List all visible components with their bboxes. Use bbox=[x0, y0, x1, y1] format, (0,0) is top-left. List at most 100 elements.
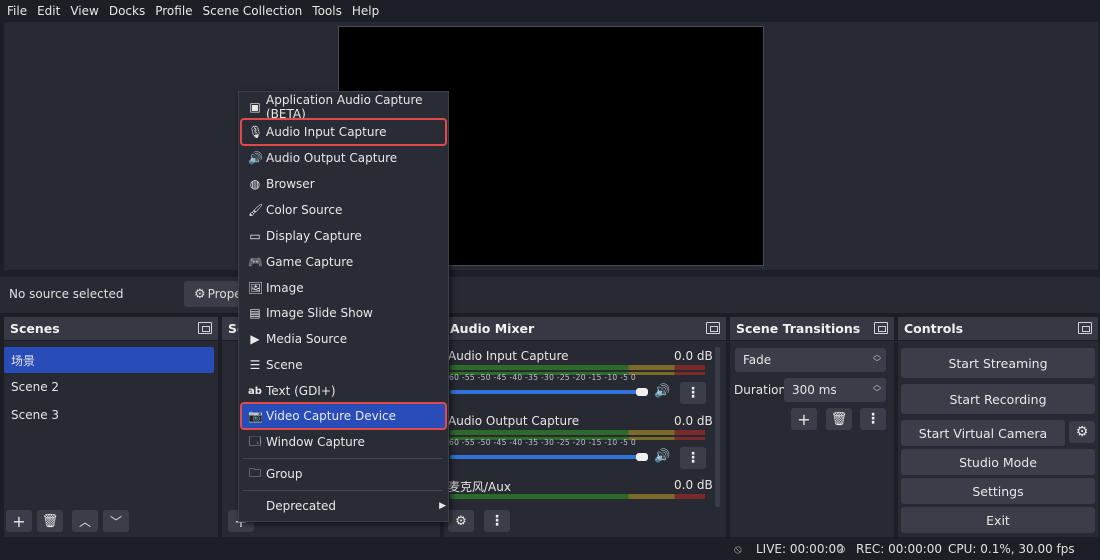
text-icon: ab bbox=[248, 385, 262, 397]
undock-icon[interactable] bbox=[874, 322, 888, 334]
menu-item-application-audio-capture[interactable]: ▣ Application Audio Capture (BETA) bbox=[241, 93, 446, 121]
menu-separator bbox=[243, 490, 443, 491]
menu-item-browser[interactable]: ◍ Browser bbox=[241, 171, 446, 197]
window-icon: 🗔 bbox=[248, 433, 262, 448]
undock-icon[interactable] bbox=[1078, 322, 1092, 334]
live-timer: LIVE: 00:00:00 bbox=[756, 542, 844, 556]
scenes-title: Scenes bbox=[4, 317, 218, 341]
level-meter bbox=[450, 430, 705, 435]
transition-menu-button[interactable]: ⋮ bbox=[860, 408, 886, 430]
undock-icon[interactable] bbox=[198, 322, 212, 334]
volume-slider[interactable] bbox=[450, 390, 646, 394]
remove-scene-button[interactable]: 🗑 bbox=[37, 510, 63, 532]
level-meter bbox=[450, 494, 705, 499]
status-bar: ⦸ LIVE: 00:00:00 ⊘ REC: 00:00:00 CPU: 0.… bbox=[0, 540, 1100, 560]
channel-name: Audio Input Capture bbox=[448, 349, 569, 363]
spin-arrows-icon: ︿ ﹀ bbox=[873, 380, 881, 397]
menu-item-game-capture[interactable]: 🎮 Game Capture bbox=[241, 249, 446, 275]
scene-item-1[interactable]: 场景 bbox=[4, 347, 214, 373]
monitor-icon: ▭ bbox=[249, 229, 261, 243]
source-toolbar bbox=[0, 277, 1100, 313]
channel-menu-button[interactable]: ⋮ bbox=[680, 382, 706, 404]
speaker-icon: 🔊 bbox=[248, 151, 263, 165]
volume-slider[interactable] bbox=[450, 455, 646, 459]
menu-scene-collection[interactable]: Scene Collection bbox=[198, 4, 308, 18]
transition-select[interactable]: Fade ︿ ﹀ bbox=[735, 348, 886, 372]
exit-button[interactable]: Exit bbox=[901, 507, 1095, 533]
speaker-icon[interactable]: 🔊 bbox=[654, 384, 670, 399]
studio-mode-button[interactable]: Studio Mode bbox=[901, 449, 1095, 475]
menu-docks[interactable]: Docks bbox=[104, 4, 150, 18]
move-scene-up-button[interactable]: ︿ bbox=[72, 510, 98, 532]
mixer-menu-button[interactable]: ⋮ bbox=[484, 510, 510, 532]
scene-item-2[interactable]: Scene 2 bbox=[4, 374, 214, 400]
add-transition-button[interactable]: + bbox=[791, 408, 817, 430]
menu-bar: File Edit View Docks Profile Scene Colle… bbox=[0, 0, 1100, 22]
menu-view[interactable]: View bbox=[65, 4, 103, 18]
menu-item-color-source[interactable]: 🖌 Color Source bbox=[241, 197, 446, 223]
duration-spinbox[interactable]: 300 ms ︿ ﹀ bbox=[784, 378, 886, 402]
camera-icon: 📷 bbox=[248, 409, 263, 423]
volume-knob[interactable] bbox=[636, 388, 648, 396]
rec-timer: REC: 00:00:00 bbox=[856, 542, 943, 556]
menu-item-audio-input-capture[interactable]: 🎙 Audio Input Capture bbox=[240, 118, 447, 146]
channel-name: Audio Output Capture bbox=[448, 414, 580, 428]
menu-item-video-capture-device[interactable]: 📷 Video Capture Device bbox=[240, 402, 447, 430]
spin-arrows-icon: ︿ ﹀ bbox=[873, 350, 881, 367]
menu-tools[interactable]: Tools bbox=[307, 4, 347, 18]
play-icon: ▶ bbox=[250, 332, 260, 346]
menu-profile[interactable]: Profile bbox=[150, 4, 197, 18]
remove-transition-button[interactable]: 🗑 bbox=[826, 408, 852, 430]
menu-item-scene[interactable]: ☰ Scene bbox=[241, 352, 446, 378]
folder-icon: 🗀 bbox=[248, 465, 261, 480]
menu-item-display-capture[interactable]: ▭ Display Capture bbox=[241, 223, 446, 249]
channel-db: 0.0 dB bbox=[674, 414, 713, 428]
cpu-fps: CPU: 0.1%, 30.00 fps bbox=[948, 542, 1075, 556]
meter-ticks: -60 -55 -50 -45 -40 -35 -30 -25 -20 -15 … bbox=[446, 373, 637, 382]
start-virtual-camera-button[interactable]: Start Virtual Camera bbox=[901, 420, 1065, 446]
mixer-scrollbar[interactable] bbox=[715, 347, 720, 507]
menu-item-window-capture[interactable]: 🗔 Window Capture bbox=[241, 429, 446, 455]
brush-icon: 🖌 bbox=[248, 203, 264, 217]
menu-file[interactable]: File bbox=[2, 4, 32, 18]
submenu-arrow-icon: ▶ bbox=[439, 501, 446, 511]
channel-menu-button[interactable]: ⋮ bbox=[680, 447, 706, 469]
gamepad-icon: 🎮 bbox=[248, 255, 263, 269]
slideshow-icon: ▤ bbox=[249, 306, 261, 320]
settings-button[interactable]: Settings bbox=[901, 478, 1095, 504]
menu-item-media-source[interactable]: ▶ Media Source bbox=[241, 326, 446, 352]
start-recording-button[interactable]: Start Recording bbox=[901, 384, 1095, 414]
menu-help[interactable]: Help bbox=[347, 4, 384, 18]
stream-status-icon: ⦸ bbox=[734, 542, 742, 556]
list-icon: ☰ bbox=[249, 358, 261, 372]
mixer-settings-button[interactable]: ⚙ bbox=[448, 510, 474, 532]
meter-ticks: -60 -55 -50 -45 -40 -35 -30 -25 -20 -15 … bbox=[446, 438, 637, 447]
scene-item-3[interactable]: Scene 3 bbox=[4, 402, 214, 428]
menu-item-audio-output-capture[interactable]: 🔊 Audio Output Capture bbox=[241, 145, 446, 171]
menu-item-image-slide-show[interactable]: ▤ Image Slide Show bbox=[241, 300, 446, 326]
level-meter bbox=[450, 365, 705, 370]
undock-icon[interactable] bbox=[706, 322, 720, 334]
image-icon: 🖼 bbox=[248, 281, 264, 295]
start-streaming-button[interactable]: Start Streaming bbox=[901, 348, 1095, 378]
channel-db: 0.0 dB bbox=[674, 349, 713, 363]
scene-transitions-title: Scene Transitions bbox=[730, 317, 894, 341]
microphone-icon: 🎙 bbox=[248, 125, 264, 139]
move-scene-down-button[interactable]: ﹀ bbox=[103, 510, 129, 532]
speaker-icon[interactable]: 🔊 bbox=[654, 449, 670, 464]
add-scene-button[interactable]: + bbox=[6, 510, 32, 532]
virtual-camera-settings-gear-icon[interactable]: ⚙ bbox=[1069, 421, 1095, 443]
gear-icon: ⚙ bbox=[194, 286, 206, 302]
duration-label: Duration bbox=[734, 383, 787, 397]
audio-mixer-title: Audio Mixer bbox=[444, 317, 726, 341]
channel-db: 0.0 dB bbox=[674, 478, 713, 492]
app-audio-icon: ▣ bbox=[249, 100, 261, 114]
channel-name: 麦克风/Aux bbox=[448, 480, 511, 494]
menu-item-deprecated[interactable]: Deprecated ▶ bbox=[241, 493, 446, 519]
menu-edit[interactable]: Edit bbox=[32, 4, 65, 18]
menu-item-text-gdi[interactable]: ab Text (GDI+) bbox=[241, 378, 446, 404]
menu-separator bbox=[243, 458, 443, 459]
menu-item-image[interactable]: 🖼 Image bbox=[241, 275, 446, 301]
menu-item-group[interactable]: 🗀 Group bbox=[241, 461, 446, 487]
volume-knob[interactable] bbox=[636, 453, 648, 461]
